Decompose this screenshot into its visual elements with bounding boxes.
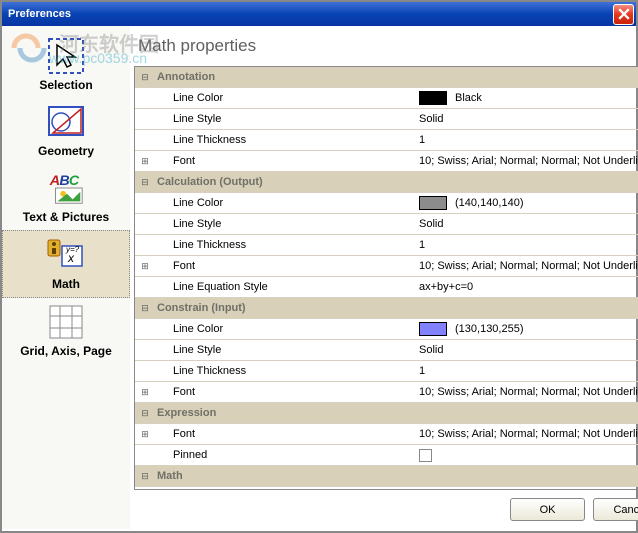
prop-row[interactable]: Line StyleSolid: [135, 340, 638, 361]
expand-icon[interactable]: ⊞: [135, 429, 155, 440]
collapse-icon[interactable]: ⊟: [135, 72, 155, 83]
prop-label: Font: [155, 386, 415, 398]
expand-icon[interactable]: ⊞: [135, 387, 155, 398]
prop-label: Pinned: [155, 449, 415, 461]
geometry-icon: [46, 102, 86, 142]
prop-row[interactable]: Line StyleSolid: [135, 214, 638, 235]
prop-value[interactable]: 10; Swiss; Arial; Normal; Normal; Not Un…: [415, 386, 638, 398]
math-icon: y=?x: [46, 235, 86, 275]
selection-icon: [46, 36, 86, 76]
prop-row[interactable]: Line Equation Styleax+by+c=0: [135, 277, 638, 298]
section-constrain[interactable]: ⊟Constrain (Input): [135, 298, 638, 319]
page-title: Math properties: [134, 36, 638, 56]
prop-row[interactable]: ⊞Font10; Swiss; Arial; Normal; Normal; N…: [135, 424, 638, 445]
color-swatch: [419, 196, 447, 210]
sidebar-item-geometry[interactable]: Geometry: [2, 98, 130, 164]
sidebar-item-text-pictures[interactable]: ABC Text & Pictures: [2, 164, 130, 230]
prop-label: Font: [155, 428, 415, 440]
sidebar-item-label: Grid, Axis, Page: [20, 344, 112, 358]
prop-row[interactable]: Line Thickness1: [135, 361, 638, 382]
prop-label: Line Thickness: [155, 134, 415, 146]
prop-row[interactable]: Pinned: [135, 445, 638, 466]
prop-label: Line Equation Style: [155, 281, 415, 293]
color-swatch: [419, 91, 447, 105]
collapse-icon[interactable]: ⊟: [135, 471, 155, 482]
prop-row[interactable]: Angle ModeRadians: [135, 487, 638, 489]
prop-label: Line Thickness: [155, 365, 415, 377]
prop-label: Line Thickness: [155, 239, 415, 251]
section-expression[interactable]: ⊟Expression: [135, 403, 638, 424]
prop-value[interactable]: 10; Swiss; Arial; Normal; Normal; Not Un…: [415, 428, 638, 440]
prop-label: Line Color: [155, 92, 415, 104]
prop-label: Line Style: [155, 344, 415, 356]
prop-row[interactable]: Line ColorBlack: [135, 88, 638, 109]
prop-label: Line Color: [155, 323, 415, 335]
prop-value[interactable]: Solid: [415, 113, 638, 125]
svg-text:C: C: [69, 173, 80, 189]
prop-value[interactable]: Black: [415, 91, 638, 105]
prop-value[interactable]: 1: [415, 365, 638, 377]
collapse-icon[interactable]: ⊟: [135, 303, 155, 314]
close-button[interactable]: [613, 4, 634, 25]
ok-button[interactable]: OK: [510, 498, 585, 521]
prop-label: Line Style: [155, 113, 415, 125]
prop-value[interactable]: (140,140,140): [415, 196, 638, 210]
expand-icon[interactable]: ⊞: [135, 261, 155, 272]
prop-row[interactable]: ⊞Font10; Swiss; Arial; Normal; Normal; N…: [135, 256, 638, 277]
prop-value[interactable]: Solid: [415, 344, 638, 356]
svg-text:x: x: [67, 251, 75, 265]
sidebar-item-grid-axis-page[interactable]: Grid, Axis, Page: [2, 298, 130, 364]
section-annotation[interactable]: ⊟Annotation: [135, 67, 638, 88]
property-grid[interactable]: ⊟Annotation Line ColorBlack Line StyleSo…: [135, 67, 638, 489]
sidebar: Selection Geometry ABC Text & Pictures y…: [2, 26, 130, 529]
prop-row[interactable]: Line Thickness1: [135, 130, 638, 151]
prop-value[interactable]: 1: [415, 134, 638, 146]
prop-value[interactable]: ax+by+c=0: [415, 281, 638, 293]
window-title: Preferences: [8, 8, 71, 20]
sidebar-item-label: Geometry: [38, 144, 94, 158]
grid-icon: [46, 302, 86, 342]
prop-label: Font: [155, 260, 415, 272]
prop-value[interactable]: 1: [415, 239, 638, 251]
prop-label: Line Style: [155, 218, 415, 230]
cancel-button[interactable]: Cancel: [593, 498, 638, 521]
section-math[interactable]: ⊟Math: [135, 466, 638, 487]
prop-row[interactable]: Line Color(140,140,140): [135, 193, 638, 214]
prop-value[interactable]: Solid: [415, 218, 638, 230]
sidebar-item-label: Text & Pictures: [23, 210, 109, 224]
prop-value[interactable]: 10; Swiss; Arial; Normal; Normal; Not Un…: [415, 260, 638, 272]
prop-value[interactable]: [415, 449, 638, 462]
section-calculation[interactable]: ⊟Calculation (Output): [135, 172, 638, 193]
prop-row[interactable]: ⊞Font10; Swiss; Arial; Normal; Normal; N…: [135, 151, 638, 172]
prop-value[interactable]: 10; Swiss; Arial; Normal; Normal; Not Un…: [415, 155, 638, 167]
prop-row[interactable]: Line Thickness1: [135, 235, 638, 256]
prop-label: Line Color: [155, 197, 415, 209]
text-pictures-icon: ABC: [46, 168, 86, 208]
prop-value[interactable]: (130,130,255): [415, 322, 638, 336]
color-swatch: [419, 322, 447, 336]
sidebar-item-math[interactable]: y=?x Math: [2, 230, 130, 298]
prop-row[interactable]: Line Color(130,130,255): [135, 319, 638, 340]
collapse-icon[interactable]: ⊟: [135, 408, 155, 419]
close-icon: [618, 8, 630, 20]
prop-row[interactable]: ⊞Font10; Swiss; Arial; Normal; Normal; N…: [135, 382, 638, 403]
sidebar-item-label: Selection: [39, 78, 92, 92]
sidebar-item-selection[interactable]: Selection: [2, 32, 130, 98]
sidebar-item-label: Math: [52, 277, 80, 291]
titlebar[interactable]: Preferences: [2, 2, 636, 26]
checkbox[interactable]: [419, 449, 432, 462]
prop-row[interactable]: Line StyleSolid: [135, 109, 638, 130]
collapse-icon[interactable]: ⊟: [135, 177, 155, 188]
prop-label: Font: [155, 155, 415, 167]
expand-icon[interactable]: ⊞: [135, 156, 155, 167]
